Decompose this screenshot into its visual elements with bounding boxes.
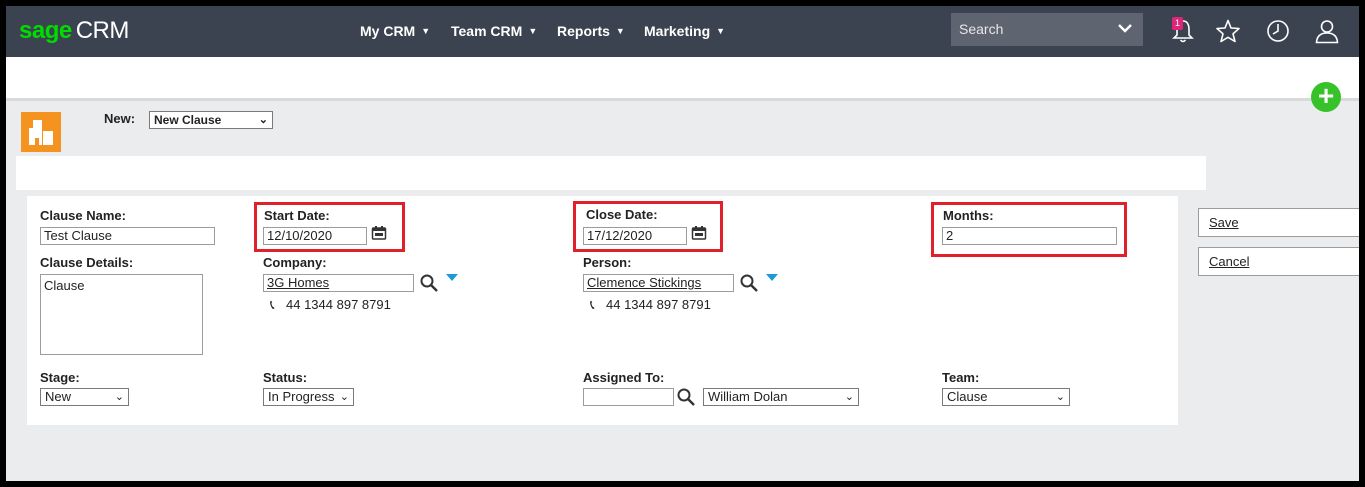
star-icon[interactable] bbox=[1215, 18, 1241, 44]
chevron-down-icon: ⌄ bbox=[1055, 391, 1065, 403]
caret-down-icon: ▼ bbox=[528, 26, 538, 36]
company-phone: 44 1344 897 8791 bbox=[286, 297, 391, 312]
stage-select[interactable]: New ⌄ bbox=[40, 388, 129, 406]
nav-marketing-label: Marketing bbox=[644, 23, 711, 39]
search-icon[interactable] bbox=[676, 387, 696, 407]
app-window: sage CRM My CRM ▼ Team CRM ▼ Reports ▼ Marke… bbox=[6, 6, 1359, 481]
nav-team-crm-label: Team CRM bbox=[451, 23, 523, 39]
header-strip bbox=[6, 57, 1359, 101]
status-value: In Progress bbox=[268, 389, 335, 404]
cancel-label: Cancel bbox=[1209, 254, 1250, 269]
close-date-label: Close Date: bbox=[586, 207, 658, 222]
start-date-label: Start Date: bbox=[264, 208, 330, 223]
team-value: Clause bbox=[947, 389, 988, 404]
search-icon[interactable] bbox=[419, 273, 439, 293]
nav-my-crm-label: My CRM bbox=[360, 23, 416, 39]
team-label: Team: bbox=[942, 370, 980, 385]
months-label: Months: bbox=[943, 208, 994, 223]
chevron-down-icon: ⌄ bbox=[114, 391, 124, 403]
calendar-icon[interactable] bbox=[691, 225, 707, 241]
clause-details-textarea[interactable]: Clause bbox=[40, 274, 203, 355]
clause-name-input[interactable]: Test Clause bbox=[40, 227, 215, 245]
nav-marketing[interactable]: Marketing ▼ bbox=[644, 23, 725, 39]
clause-entity-icon bbox=[21, 112, 61, 152]
chevron-down-icon: ⌄ bbox=[844, 391, 854, 403]
clause-details-label: Clause Details: bbox=[40, 255, 134, 270]
start-date-input[interactable]: 12/10/2020 bbox=[263, 227, 367, 245]
assigned-to-input[interactable] bbox=[583, 388, 674, 406]
search-placeholder: Search bbox=[959, 21, 1004, 37]
chevron-down-icon[interactable] bbox=[1117, 20, 1133, 36]
person-phone: 44 1344 897 8791 bbox=[606, 297, 711, 312]
team-select[interactable]: Clause ⌄ bbox=[942, 388, 1070, 406]
logo-product: CRM bbox=[75, 17, 130, 44]
dropdown-triangle-icon[interactable] bbox=[766, 274, 778, 281]
assigned-to-select[interactable]: William Dolan ⌄ bbox=[703, 388, 859, 406]
new-record-selected: New Clause bbox=[154, 113, 222, 127]
nav-reports[interactable]: Reports ▼ bbox=[557, 23, 625, 39]
nav-my-crm[interactable]: My CRM ▼ bbox=[360, 23, 430, 39]
status-select[interactable]: In Progress ⌄ bbox=[263, 388, 354, 406]
clock-icon[interactable] bbox=[1265, 18, 1291, 44]
sage-crm-logo[interactable]: sage CRM bbox=[19, 17, 129, 45]
stage-label: Stage: bbox=[40, 370, 80, 385]
calendar-icon[interactable] bbox=[371, 225, 387, 241]
status-label: Status: bbox=[263, 370, 308, 385]
notification-badge: 1 bbox=[1172, 17, 1183, 30]
cancel-button[interactable]: Cancel bbox=[1198, 247, 1359, 276]
dropdown-triangle-icon[interactable] bbox=[446, 274, 458, 281]
caret-down-icon: ▼ bbox=[615, 26, 625, 36]
save-label: Save bbox=[1209, 215, 1239, 230]
person-input[interactable]: Clemence Stickings bbox=[583, 274, 734, 292]
clause-form-panel: Clause Name: Test Clause Start Date: 12/… bbox=[27, 196, 1178, 425]
building-icon bbox=[29, 120, 53, 145]
stage-value: New bbox=[45, 389, 72, 404]
new-label: New: bbox=[104, 111, 136, 126]
person-label: Person: bbox=[583, 255, 632, 270]
info-bar bbox=[16, 156, 1206, 190]
add-plus-icon[interactable]: + bbox=[1311, 82, 1341, 112]
caret-down-icon: ▼ bbox=[716, 26, 726, 36]
user-icon[interactable] bbox=[1314, 18, 1340, 44]
chevron-down-icon: ⌄ bbox=[339, 391, 349, 403]
close-date-input[interactable]: 17/12/2020 bbox=[583, 227, 687, 245]
months-input[interactable]: 2 bbox=[942, 227, 1117, 245]
caret-down-icon: ▼ bbox=[421, 26, 431, 36]
chevron-down-icon: ⌄ bbox=[258, 114, 268, 126]
assigned-to-label: Assigned To: bbox=[583, 370, 665, 385]
search-box[interactable]: Search bbox=[951, 13, 1143, 46]
top-bar: sage CRM My CRM ▼ Team CRM ▼ Reports ▼ Marke… bbox=[6, 6, 1359, 57]
company-label: Company: bbox=[263, 255, 327, 270]
phone-icon: 📞︎ bbox=[270, 297, 275, 312]
search-icon[interactable] bbox=[739, 273, 759, 293]
nav-team-crm[interactable]: Team CRM ▼ bbox=[451, 23, 537, 39]
company-input[interactable]: 3G Homes bbox=[263, 274, 414, 292]
assigned-to-selected: William Dolan bbox=[708, 389, 788, 404]
logo-brand: sage bbox=[19, 17, 72, 44]
phone-icon: 📞︎ bbox=[590, 297, 595, 312]
new-record-select[interactable]: New Clause ⌄ bbox=[149, 111, 273, 129]
save-button[interactable]: Save bbox=[1198, 208, 1359, 237]
nav-reports-label: Reports bbox=[557, 23, 610, 39]
clause-name-label: Clause Name: bbox=[40, 208, 126, 223]
